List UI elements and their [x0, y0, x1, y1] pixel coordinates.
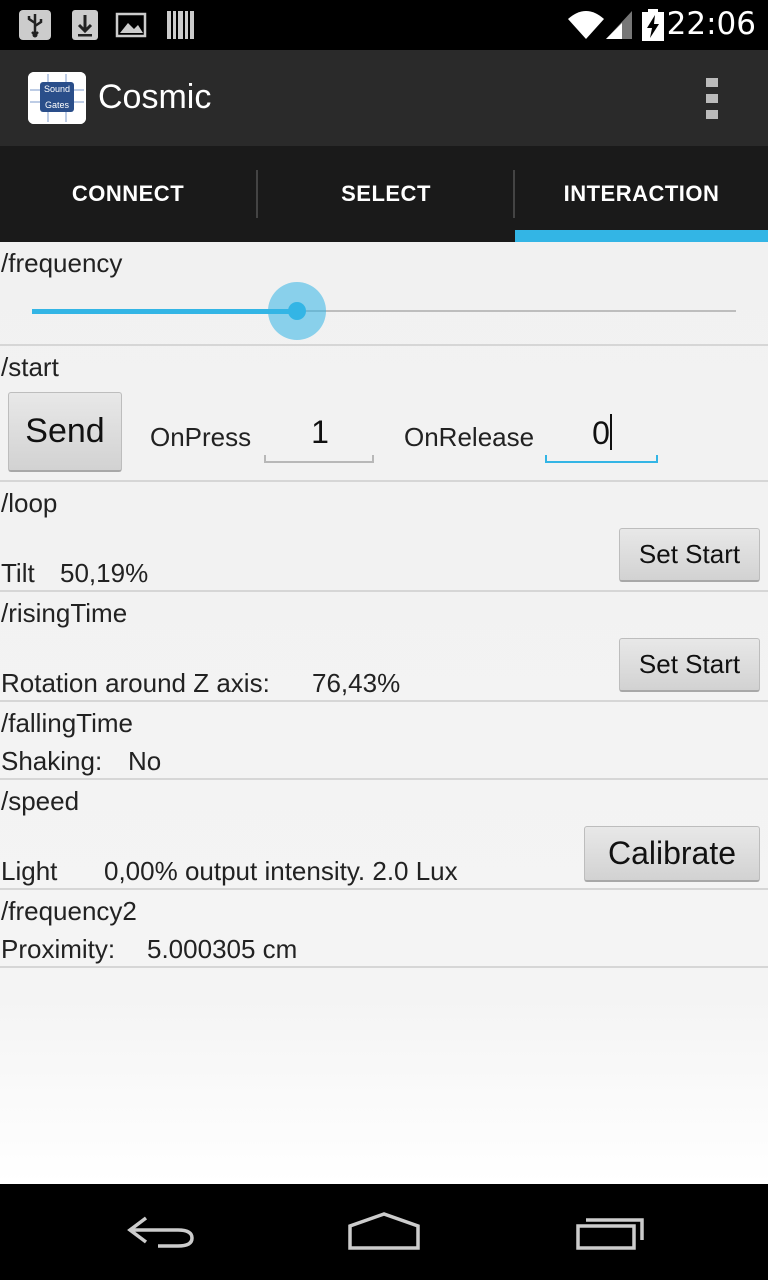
home-icon[interactable]	[334, 1212, 434, 1252]
on-release-value: 0	[592, 415, 610, 451]
on-press-label: OnPress	[150, 422, 252, 452]
interaction-panel: /frequency /start Send OnPress 1 OnRelea…	[0, 242, 768, 1184]
row-divider	[0, 700, 768, 702]
wifi-icon	[568, 11, 604, 39]
on-release-input[interactable]: 0	[548, 414, 656, 452]
falling-time-label: /fallingTime	[1, 708, 133, 738]
tab-selected-indicator	[515, 230, 768, 242]
calibrate-button[interactable]: Calibrate	[584, 826, 760, 882]
tab-connect[interactable]: CONNECT	[0, 146, 256, 242]
app-logo-icon[interactable]: Sound Gates	[28, 72, 86, 124]
rotation-label: Rotation around Z axis:	[1, 668, 270, 698]
start-label: /start	[1, 352, 59, 382]
status-clock: 22:06	[666, 6, 756, 42]
rising-time-set-start-button[interactable]: Set Start	[619, 638, 760, 692]
barcode-icon	[167, 11, 194, 39]
row-divider	[0, 590, 768, 592]
on-press-underline-tick	[372, 455, 374, 463]
back-icon[interactable]	[110, 1212, 210, 1252]
row-divider	[0, 966, 768, 968]
download-icon	[72, 10, 98, 40]
status-bar: 22:06	[0, 0, 768, 50]
row-divider	[0, 344, 768, 346]
shaking-value: No	[128, 746, 162, 776]
light-value: 0,00% output intensity. 2.0 Lux	[104, 856, 458, 886]
on-press-input[interactable]: 1	[266, 414, 374, 451]
row-divider	[0, 778, 768, 780]
proximity-label: Proximity:	[1, 934, 116, 964]
frequency-slider-fill	[32, 309, 298, 314]
rising-time-label: /risingTime	[1, 598, 128, 628]
on-press-underline-tick	[264, 455, 266, 463]
svg-text:Sound: Sound	[44, 84, 70, 94]
on-press-underline	[266, 461, 374, 463]
tilt-label: Tilt	[1, 558, 35, 588]
row-divider	[0, 888, 768, 890]
on-release-underline-tick	[656, 455, 658, 463]
loop-label: /loop	[1, 488, 58, 518]
light-label: Light	[1, 856, 58, 886]
action-bar: Sound Gates Cosmic	[0, 50, 768, 146]
overflow-menu-icon[interactable]	[700, 74, 724, 124]
row-divider	[0, 480, 768, 482]
on-release-underline-tick	[545, 455, 547, 463]
loop-set-start-button[interactable]: Set Start	[619, 528, 760, 582]
recent-apps-icon[interactable]	[558, 1212, 658, 1252]
tab-interaction[interactable]: INTERACTION	[515, 146, 768, 242]
signal-icon	[606, 11, 632, 39]
tilt-value: 50,19%	[60, 558, 149, 588]
shaking-label: Shaking:	[1, 746, 103, 776]
tab-select[interactable]: SELECT	[258, 146, 514, 242]
frequency2-label: /frequency2	[1, 896, 137, 926]
svg-text:Gates: Gates	[45, 100, 70, 110]
battery-charging-icon	[642, 9, 664, 41]
navigation-bar	[0, 1184, 768, 1280]
image-icon	[115, 12, 147, 38]
on-release-underline-focused	[546, 461, 658, 463]
app-title: Cosmic	[98, 78, 212, 116]
speed-label: /speed	[1, 786, 80, 816]
frequency-label: /frequency	[1, 248, 123, 278]
usb-icon	[19, 10, 51, 40]
tab-bar: CONNECT SELECT INTERACTION	[0, 146, 768, 242]
on-release-label: OnRelease	[404, 422, 535, 452]
text-cursor	[609, 414, 612, 450]
rotation-value: 76,43%	[312, 668, 401, 698]
proximity-value: 5.000305 cm	[147, 934, 298, 964]
send-button[interactable]: Send	[8, 392, 122, 472]
